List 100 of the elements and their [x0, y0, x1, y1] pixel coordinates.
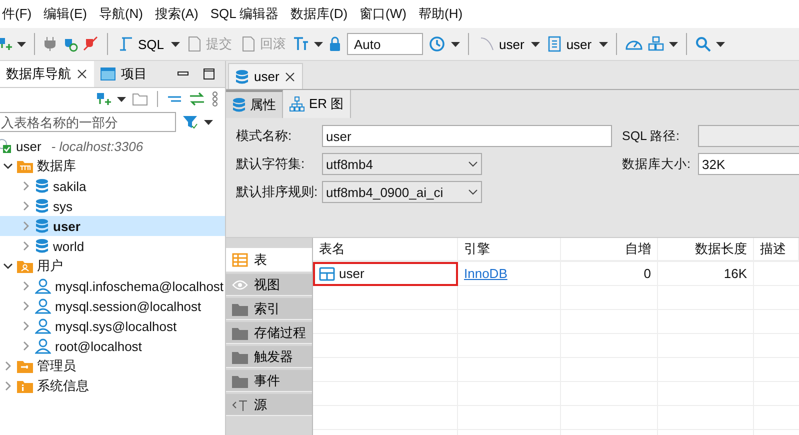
tree-item[interactable]: mysql.sys@localhost — [0, 316, 225, 336]
plug-icon[interactable] — [43, 36, 57, 52]
tree-item[interactable]: 系统信息 — [0, 376, 225, 396]
column-header[interactable]: 引擎 — [458, 238, 561, 261]
add-connection-icon[interactable] — [0, 36, 12, 52]
caret-icon[interactable] — [668, 42, 678, 46]
editor-subtab[interactable]: ER 图 — [283, 90, 351, 118]
caret-icon[interactable] — [716, 42, 725, 46]
filter-icon[interactable] — [182, 114, 198, 130]
connection-name[interactable]: user — [16, 138, 42, 154]
field-label: 默认字符集: — [236, 155, 306, 173]
field-label: SQL 路径: — [621, 128, 680, 144]
menu-item[interactable]: 件(F) — [0, 5, 38, 23]
disconnect-icon[interactable] — [83, 36, 99, 52]
user-folder-icon — [17, 258, 33, 274]
new-folder-icon[interactable] — [132, 91, 148, 107]
schema-document-icon — [547, 36, 562, 52]
menu-item[interactable]: 数据库(D) — [284, 5, 354, 23]
database-icon — [35, 218, 49, 234]
wrench-folder-icon — [17, 358, 33, 374]
combo-box[interactable]: utf8mb4_0900_ai_ci — [322, 181, 482, 203]
engine-link[interactable]: InnoDB — [464, 266, 508, 281]
add-connection-icon[interactable] — [95, 91, 111, 107]
database-icon — [35, 198, 49, 214]
table-icon — [319, 266, 335, 282]
history-icon[interactable] — [428, 35, 446, 53]
tree-item[interactable]: 管理员 — [0, 356, 225, 376]
field-label: 模式名称: — [236, 127, 293, 145]
menu-item[interactable]: 帮助(H) — [412, 5, 469, 23]
column-header[interactable]: 表名 — [313, 238, 458, 261]
database-icon — [235, 68, 249, 84]
user-icon — [35, 278, 51, 294]
object-tab[interactable]: 事件 — [226, 370, 312, 392]
editor-tab[interactable]: user — [228, 63, 304, 89]
menu-item[interactable]: 搜索(A) — [149, 5, 204, 23]
format-icon[interactable] — [293, 36, 310, 52]
datasource-selector[interactable]: user — [477, 34, 526, 54]
caret-icon[interactable] — [314, 42, 324, 46]
text-field[interactable]: 32K — [698, 153, 799, 175]
column-header[interactable]: 自增 — [561, 238, 658, 261]
database-icon — [35, 178, 49, 194]
chevron-down-icon — [468, 161, 478, 167]
chevron-down-icon — [468, 189, 478, 195]
object-tab[interactable]: 视图 — [226, 274, 312, 296]
text-field[interactable]: user — [322, 125, 612, 147]
table-cell: 0 — [561, 262, 658, 286]
tree-item[interactable]: mysql.session@localhost — [0, 296, 225, 316]
object-tab[interactable]: 触发器 — [226, 346, 312, 368]
object-tab[interactable]: 源 — [226, 394, 312, 416]
tree-item[interactable]: world — [0, 236, 225, 256]
caret-icon[interactable] — [531, 42, 540, 46]
table-icon — [232, 252, 248, 268]
database-folder-icon — [17, 158, 33, 174]
menu-item[interactable]: 编辑(E) — [38, 5, 93, 23]
chain-icon[interactable] — [211, 91, 219, 107]
caret-icon[interactable] — [204, 120, 213, 124]
sql-editor-button[interactable]: SQL — [116, 34, 166, 54]
tree-item[interactable]: mysql.infoschema@localhost — [0, 276, 225, 296]
tree-item[interactable]: sakila — [0, 176, 225, 196]
close-icon[interactable] — [284, 70, 296, 82]
window-icon — [100, 66, 116, 82]
object-tab[interactable]: 存储过程 — [226, 322, 312, 344]
user-icon — [35, 298, 51, 314]
caret-icon[interactable] — [117, 96, 126, 102]
column-header[interactable]: 描述 — [754, 238, 799, 261]
document-icon — [241, 36, 256, 52]
editor-subtab[interactable]: 属性 — [226, 90, 283, 118]
column-header[interactable]: 数据长度 — [658, 238, 754, 261]
menu-item[interactable]: 窗口(W) — [354, 5, 412, 23]
tree-item[interactable]: user — [0, 216, 225, 236]
connection-host: - localhost:3306 — [51, 138, 144, 154]
tree-item[interactable]: sys — [0, 196, 225, 216]
panel-tab[interactable]: 数据库导航 — [0, 61, 94, 87]
database-icon — [35, 238, 49, 254]
filter-field[interactable]: 入表格名称的一部分 — [0, 112, 176, 132]
caret-icon[interactable] — [171, 42, 180, 46]
link-arrows-icon[interactable] — [189, 91, 205, 107]
combo-box[interactable]: utf8mb4 — [322, 153, 482, 175]
caret-icon[interactable] — [451, 42, 460, 46]
menu-item[interactable]: SQL 编辑器 — [204, 5, 284, 23]
menu-item[interactable]: 导航(N) — [92, 5, 149, 23]
object-tab[interactable]: 索引 — [226, 298, 312, 320]
transaction-mode-field[interactable]: Auto — [347, 33, 424, 55]
lock-icon[interactable] — [328, 36, 342, 52]
caret-icon[interactable] — [17, 42, 26, 46]
diagram-icon — [289, 96, 305, 112]
user-icon — [35, 318, 51, 334]
maximize-icon[interactable] — [203, 68, 215, 80]
caret-icon[interactable] — [598, 42, 608, 46]
info-folder-icon — [17, 378, 33, 394]
tree-item[interactable]: root@localhost — [0, 336, 225, 356]
tree-item[interactable]: 数据库 — [0, 156, 225, 176]
object-tab[interactable]: 表 — [226, 248, 312, 272]
search-icon[interactable] — [694, 36, 711, 52]
close-icon[interactable] — [76, 68, 88, 80]
schema-selector[interactable]: user — [545, 34, 594, 54]
field-label: 数据库大小: — [621, 156, 692, 172]
tree-item[interactable]: 用户 — [0, 256, 225, 276]
boxes-icon[interactable] — [648, 36, 664, 52]
table-cell: 16K — [658, 262, 754, 286]
